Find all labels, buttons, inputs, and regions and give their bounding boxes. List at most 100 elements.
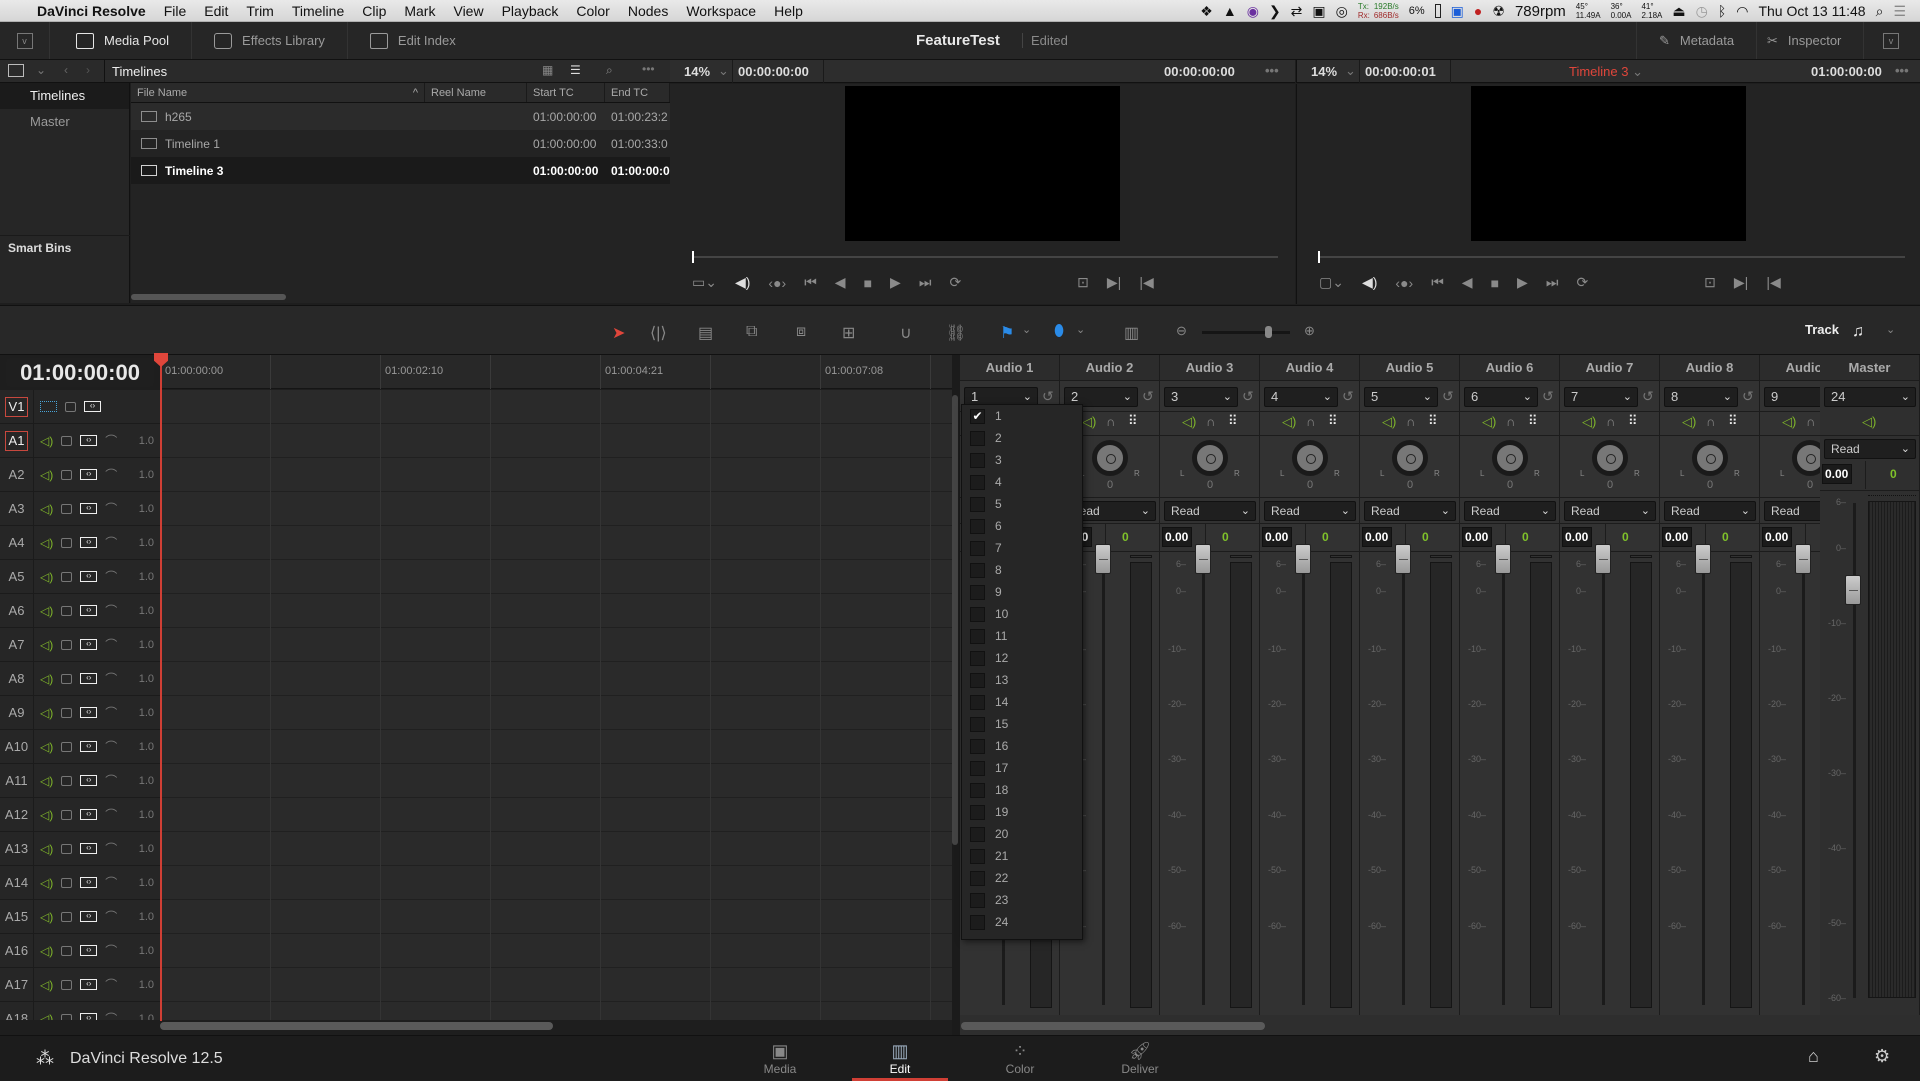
- lock-icon[interactable]: [61, 945, 73, 956]
- audio-track-lane[interactable]: [160, 730, 952, 764]
- match-frame-icon[interactable]: ⊡: [1704, 274, 1716, 291]
- headphones-icon[interactable]: ∩: [1106, 414, 1115, 429]
- checkbox[interactable]: [970, 716, 985, 732]
- stop-icon[interactable]: ■: [1491, 275, 1499, 291]
- marker-icon[interactable]: ⬮: [1054, 323, 1064, 341]
- speaker-icon[interactable]: ◁): [40, 1012, 53, 1021]
- timeline-vertical-scrollbar[interactable]: [952, 395, 958, 845]
- checkbox[interactable]: [970, 562, 985, 578]
- gain-value[interactable]: 0.00: [1762, 527, 1792, 547]
- audio-track-lane[interactable]: [160, 628, 952, 662]
- curve-icon[interactable]: ⌒: [105, 670, 117, 687]
- input-select[interactable]: 7 ⌄: [1564, 387, 1638, 407]
- volume-fader[interactable]: [1795, 544, 1811, 574]
- channel-menu-item[interactable]: ✔ 1: [962, 405, 1082, 427]
- chevron-down-icon[interactable]: ⌄: [36, 63, 46, 77]
- checkbox[interactable]: [970, 584, 985, 600]
- pan-knob[interactable]: [1592, 440, 1628, 476]
- headphones-icon[interactable]: ∩: [1306, 414, 1315, 429]
- lock-icon[interactable]: [61, 673, 73, 684]
- source-screen[interactable]: [845, 86, 1120, 241]
- reset-icon[interactable]: ↺: [1442, 388, 1454, 405]
- audio-track-header[interactable]: A8 ◁) ‹› ⌒ 1.0: [0, 662, 160, 696]
- volume-fader[interactable]: [1495, 544, 1511, 574]
- audio-track-header[interactable]: A14 ◁) ‹› ⌒ 1.0: [0, 866, 160, 900]
- auto-select-icon[interactable]: ‹›: [80, 1013, 98, 1020]
- lock-icon[interactable]: [61, 537, 73, 548]
- automation-mode-select[interactable]: Read⌄: [1364, 501, 1456, 521]
- lock-icon[interactable]: [61, 503, 73, 514]
- curve-icon[interactable]: ⌒: [105, 602, 117, 619]
- auto-select-icon[interactable]: ‹›: [80, 571, 98, 582]
- audio-track-header[interactable]: A11 ◁) ‹› ⌒ 1.0: [0, 764, 160, 798]
- zoom-out-icon[interactable]: ⊖: [1176, 323, 1187, 339]
- timeline-screen[interactable]: [1471, 86, 1746, 241]
- more-options-icon[interactable]: •••: [1265, 63, 1279, 78]
- curve-icon[interactable]: ⌒: [105, 976, 117, 993]
- timeline-scrollbar[interactable]: [160, 1022, 553, 1030]
- display-icon[interactable]: ▣: [1312, 3, 1325, 20]
- time-machine-icon[interactable]: ◷: [1696, 3, 1708, 20]
- auto-select-icon[interactable]: ‹›: [80, 605, 98, 616]
- channel-menu-item[interactable]: 23: [962, 889, 1082, 911]
- play-reverse-icon[interactable]: ◀: [835, 274, 846, 291]
- snapping-icon[interactable]: ∪: [900, 323, 912, 343]
- page-media[interactable]: ▣ Media: [732, 1036, 828, 1081]
- curve-icon[interactable]: ⌒: [105, 466, 117, 483]
- col-file-name[interactable]: File Name ^: [131, 83, 425, 102]
- speaker-icon[interactable]: ◁): [1082, 414, 1096, 430]
- channel-menu-item[interactable]: 24: [962, 911, 1082, 933]
- sync-icon[interactable]: ◉: [1247, 3, 1259, 20]
- reset-icon[interactable]: ↺: [1242, 388, 1254, 405]
- media-pool-scrollbar[interactable]: [131, 294, 286, 300]
- curve-icon[interactable]: ⌒: [105, 636, 117, 653]
- audio-track-header[interactable]: A7 ◁) ‹› ⌒ 1.0: [0, 628, 160, 662]
- audio-track-lane[interactable]: [160, 662, 952, 696]
- speaker-icon[interactable]: ◁): [1482, 414, 1496, 430]
- chevron-down-icon[interactable]: ⌄: [1076, 323, 1085, 336]
- routing-icon[interactable]: ⠿: [1228, 413, 1238, 429]
- audio-track-lane[interactable]: [160, 1002, 952, 1020]
- curve-icon[interactable]: ⌒: [105, 738, 117, 755]
- automation-mode-select[interactable]: Read⌄: [1564, 501, 1656, 521]
- source-timecode[interactable]: 00:00:00:00: [738, 64, 809, 79]
- audio-track-header[interactable]: A12 ◁) ‹› ⌒ 1.0: [0, 798, 160, 832]
- cpu-stat[interactable]: 6%: [1409, 5, 1425, 17]
- audio-track-lane[interactable]: [160, 968, 952, 1002]
- checkbox[interactable]: [970, 804, 985, 820]
- lock-icon[interactable]: [61, 911, 73, 922]
- speaker-icon[interactable]: ◁): [1862, 414, 1876, 430]
- channel-menu-item[interactable]: 3: [962, 449, 1082, 471]
- lock-icon[interactable]: [61, 809, 73, 820]
- headphones-icon[interactable]: ∩: [1806, 414, 1815, 429]
- record-icon[interactable]: ●: [1474, 3, 1482, 19]
- reset-icon[interactable]: ↺: [1542, 388, 1554, 405]
- checkbox[interactable]: [970, 430, 985, 446]
- audio-track-header[interactable]: A1 ◁) ‹› ⌒ 1.0: [0, 424, 160, 458]
- gain-value[interactable]: 0.00: [1162, 527, 1192, 547]
- more-options-icon[interactable]: •••: [642, 62, 655, 76]
- speaker-icon[interactable]: ◁): [1282, 414, 1296, 430]
- collapse-left-button[interactable]: v: [0, 22, 50, 59]
- skip-end-icon[interactable]: ⏭: [1546, 274, 1559, 291]
- menu-clip[interactable]: Clip: [353, 3, 395, 19]
- link-icon[interactable]: ⛓: [946, 323, 966, 343]
- timeline-scrub-handle[interactable]: [1318, 251, 1320, 263]
- auto-select-icon[interactable]: ‹›: [80, 707, 98, 718]
- menu-mark[interactable]: Mark: [395, 3, 444, 19]
- fader-track[interactable]: [1602, 557, 1605, 1005]
- auto-select-icon[interactable]: ‹›: [80, 435, 98, 446]
- audio-track-header[interactable]: A9 ◁) ‹› ⌒ 1.0: [0, 696, 160, 730]
- speaker-icon[interactable]: ◁): [1682, 414, 1696, 430]
- input-select[interactable]: 6 ⌄: [1464, 387, 1538, 407]
- curve-icon[interactable]: ⌒: [105, 806, 117, 823]
- curve-icon[interactable]: ⌒: [105, 874, 117, 891]
- checkbox[interactable]: [970, 694, 985, 710]
- bin-timelines[interactable]: Timelines: [0, 83, 129, 109]
- settings-icon[interactable]: ⚙: [1874, 1046, 1890, 1067]
- headphones-icon[interactable]: ∩: [1706, 414, 1715, 429]
- skip-start-icon[interactable]: ⏮: [804, 274, 817, 291]
- mark-out-icon[interactable]: |◀: [1139, 274, 1153, 291]
- routing-icon[interactable]: ⠿: [1628, 413, 1638, 429]
- speaker-icon[interactable]: ◁): [1582, 414, 1596, 430]
